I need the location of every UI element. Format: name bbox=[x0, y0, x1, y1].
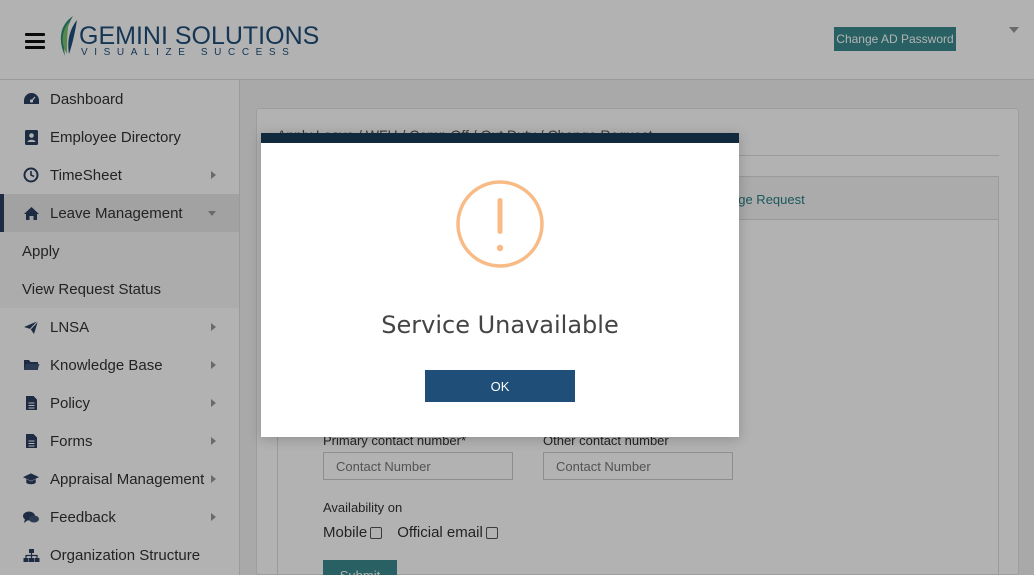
warning-icon bbox=[456, 180, 544, 268]
dialog-title: Service Unavailable bbox=[381, 311, 619, 339]
ok-button[interactable]: OK bbox=[425, 370, 575, 402]
service-unavailable-dialog: Service Unavailable OK bbox=[261, 133, 739, 437]
